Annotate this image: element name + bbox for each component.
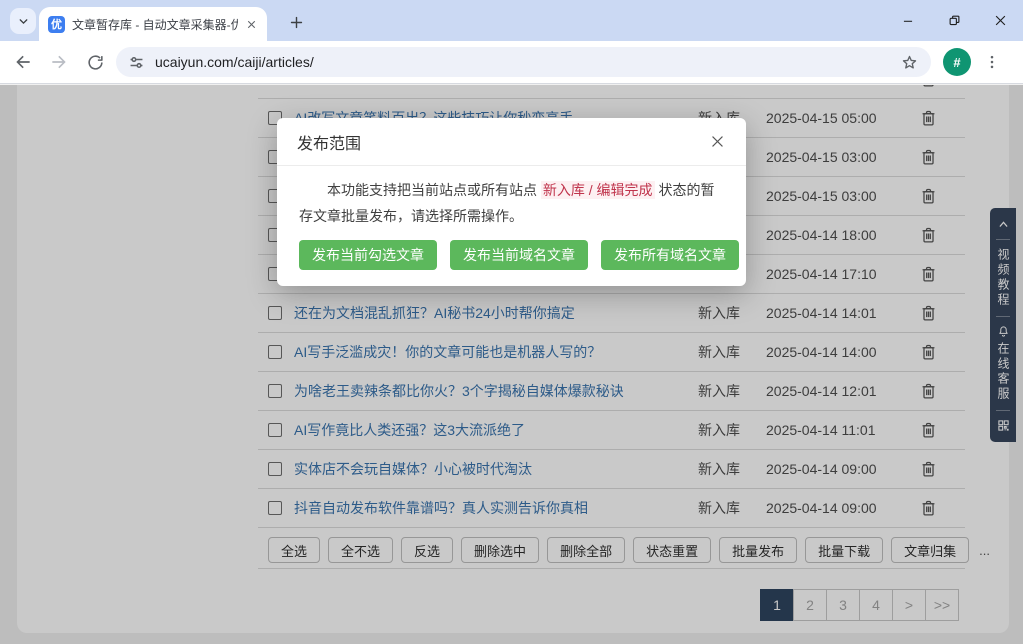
tab-strip: 优 文章暂存库 - 自动文章采集器-优 <box>0 0 1023 41</box>
window-controls <box>885 0 1023 41</box>
dialog-body-text: 本功能支持把当前站点或所有站点 新入库 / 编辑完成 状态的暂存文章批量发布，请… <box>277 166 746 229</box>
browser-tab[interactable]: 优 文章暂存库 - 自动文章采集器-优 <box>39 7 267 41</box>
tab-close-icon[interactable] <box>245 18 258 31</box>
close-window-button[interactable] <box>977 0 1023 41</box>
browser-menu-icon[interactable] <box>977 47 1007 77</box>
minimize-button[interactable] <box>885 0 931 41</box>
dialog-header: 发布范围 <box>277 118 746 166</box>
body-text-prefix: 本功能支持把当前站点或所有站点 <box>327 182 541 198</box>
publish-button[interactable]: 发布当前勾选文章 <box>299 240 437 270</box>
forward-button[interactable] <box>44 47 74 77</box>
new-tab-button[interactable] <box>283 9 309 35</box>
site-favicon: 优 <box>48 16 65 33</box>
tab-title: 文章暂存库 - 自动文章采集器-优 <box>72 16 238 33</box>
restore-button[interactable] <box>931 0 977 41</box>
profile-avatar[interactable]: # <box>943 48 971 76</box>
address-bar[interactable]: ucaiyun.com/caiji/articles/ <box>116 47 931 77</box>
publish-scope-dialog: 发布范围 本功能支持把当前站点或所有站点 新入库 / 编辑完成 状态的暂存文章批… <box>277 118 746 286</box>
publish-button[interactable]: 发布当前域名文章 <box>450 240 588 270</box>
site-settings-icon[interactable] <box>128 54 145 71</box>
browser-toolbar: ucaiyun.com/caiji/articles/ # <box>0 41 1023 84</box>
bookmark-star-icon[interactable] <box>900 53 919 72</box>
dialog-title: 发布范围 <box>297 130 361 154</box>
close-icon[interactable] <box>709 133 726 150</box>
reload-button[interactable] <box>80 47 110 77</box>
chevron-down-icon <box>17 15 30 28</box>
status-highlight: 新入库 / 编辑完成 <box>541 181 655 199</box>
back-button[interactable] <box>8 47 38 77</box>
tab-search-button[interactable] <box>10 8 36 34</box>
dialog-buttons: 发布当前勾选文章发布当前域名文章发布所有域名文章 <box>277 229 746 270</box>
publish-button[interactable]: 发布所有域名文章 <box>601 240 739 270</box>
url-text[interactable]: ucaiyun.com/caiji/articles/ <box>155 54 890 70</box>
browser-chrome: 优 文章暂存库 - 自动文章采集器-优 <box>0 0 1023 85</box>
